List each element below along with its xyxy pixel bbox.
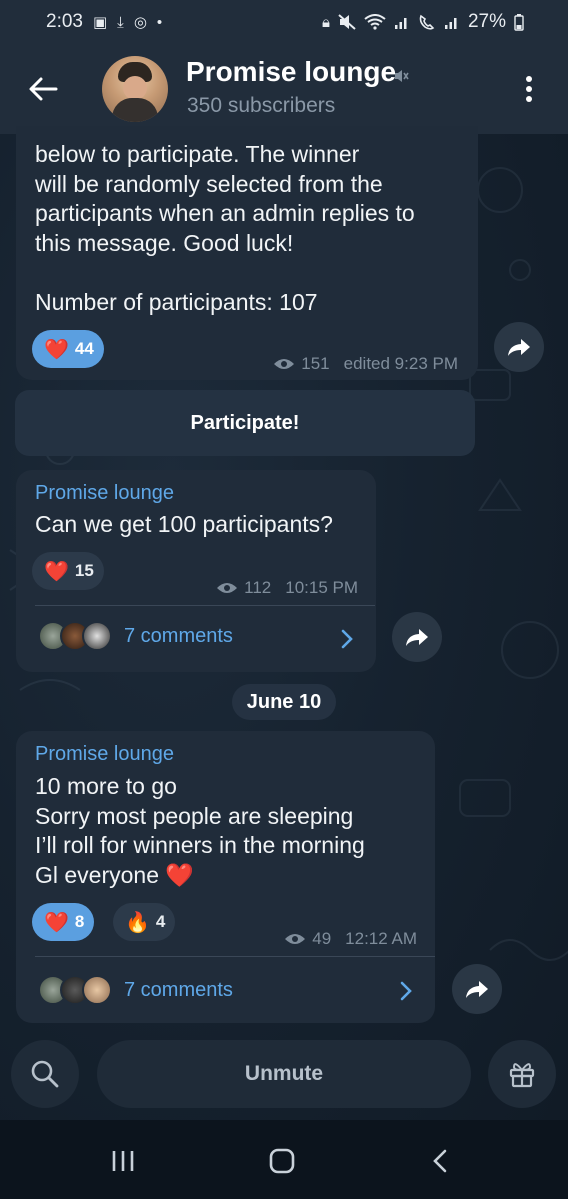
back-nav-icon[interactable] [426,1148,456,1174]
signal-icon [444,18,457,29]
gift-icon [509,1063,535,1088]
message-text: below to participate. The winner will be… [35,141,415,315]
forward-button[interactable] [392,612,442,662]
message-bubble[interactable]: Promise lounge 10 more to go Sorry most … [16,731,435,1023]
status-time: 2:03 [46,11,83,32]
comments-count: 7 comments [124,624,233,647]
fire-icon: 🔥 [125,911,150,934]
forward-arrow-icon [508,339,530,356]
message-meta: 112 10:15 PM [216,578,358,598]
chevron-right-icon [341,629,353,649]
comments-link[interactable]: 7 comments [38,975,233,1005]
views-eye-icon [285,934,306,944]
views-eye-icon [217,583,238,593]
channel-avatar[interactable] [102,56,168,122]
muted-icon [395,70,409,82]
sender-name[interactable]: Promise lounge [35,482,174,505]
search-icon [31,1060,59,1088]
wifi-icon [364,14,386,30]
message-bubble[interactable]: Promise lounge Can we get 100 participan… [16,470,376,672]
gift-button[interactable] [488,1040,556,1108]
channel-title[interactable]: Promise lounge [186,56,396,88]
reaction-fire[interactable]: 🔥 4 [113,903,176,941]
message-text: Can we get 100 participants? [35,511,333,537]
home-icon[interactable] [267,1148,297,1174]
message-bubble[interactable]: below to participate. The winner will be… [16,126,478,380]
subscriber-count: 350 subscribers [187,94,336,117]
chat-header: Promise lounge 350 subscribers [0,44,568,134]
more-options-icon[interactable] [519,74,539,104]
instagram-icon: ◎ [133,14,147,31]
reaction-count: 4 [155,912,166,931]
comments-divider [35,605,375,606]
back-arrow-icon[interactable] [26,72,60,106]
battery-icon [514,14,524,31]
reaction-heart[interactable]: ❤️ 44 [32,330,104,368]
commenter-avatar [82,621,112,651]
signal-icon [394,18,407,29]
message-meta: 49 12:12 AM [284,929,417,949]
comments-divider [35,956,435,957]
comments-link[interactable]: 7 comments [38,621,233,651]
forward-button[interactable] [452,964,502,1014]
reaction-count: 15 [74,561,94,580]
unmute-button[interactable]: Unmute [97,1040,471,1108]
message-time: 12:12 AM [345,929,417,948]
participate-button[interactable]: Participate! [15,390,475,456]
lock-icon: 🔒︎ [321,13,330,31]
comments-count: 7 comments [124,978,233,1001]
view-count: 112 [244,578,272,597]
recent-apps-icon[interactable] [108,1148,138,1174]
view-count: 151 [301,354,330,373]
status-bar: 2:03 ▣ ⤓ ◎ • 🔒︎ 27% [0,0,568,44]
forward-button[interactable] [494,322,544,372]
message-text: 10 more to go Sorry most people are slee… [35,773,365,888]
dot-icon: • [156,13,163,31]
heart-icon: ❤️ [44,911,69,934]
commenter-avatar [82,975,112,1005]
bottom-bar: Unmute [0,1036,568,1112]
battery-percent: 27% [467,11,506,32]
message-time: 10:15 PM [285,578,358,597]
message-meta: 151 edited 9:23 PM [273,354,458,374]
reaction-heart[interactable]: ❤️ 8 [32,903,95,941]
date-separator: June 10 [232,684,336,720]
forward-arrow-icon [406,629,428,646]
heart-icon: ❤️ [44,338,69,361]
search-button[interactable] [11,1040,79,1108]
reaction-heart[interactable]: ❤️ 15 [32,552,104,590]
message-time: edited 9:23 PM [343,354,458,373]
mute-icon [338,14,356,30]
forward-arrow-icon [466,981,488,998]
heart-icon: ❤️ [44,560,69,583]
views-eye-icon [274,359,295,369]
call-icon [419,14,435,30]
gallery-icon: ▣ [92,14,108,31]
chevron-right-icon [400,981,412,1001]
reaction-count: 8 [74,912,85,931]
navigation-bar [0,1120,568,1199]
download-icon: ⤓ [117,13,124,31]
view-count: 49 [312,929,332,948]
reaction-count: 44 [74,339,94,358]
sender-name[interactable]: Promise lounge [35,743,174,766]
